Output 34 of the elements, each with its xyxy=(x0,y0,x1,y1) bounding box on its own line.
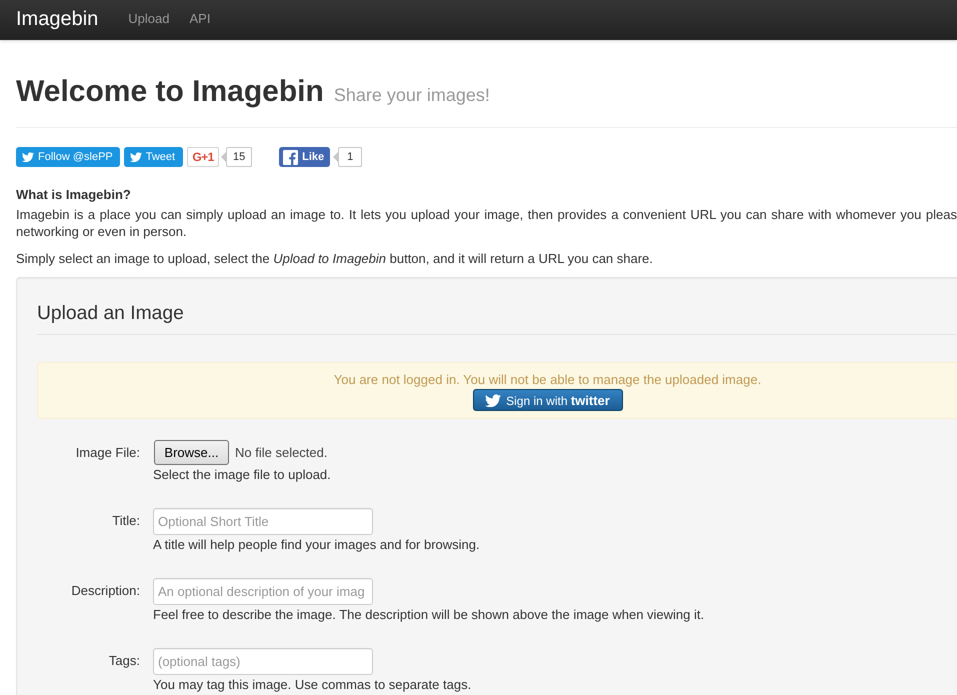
section-heading: What is Imagebin? xyxy=(16,186,132,204)
count-bubble: 1 xyxy=(333,147,362,167)
alert-message: You are not logged in. You will not be able to manage the uploaded image. xyxy=(332,371,762,389)
twitter-sign-in-button[interactable]: Sign in with twitter xyxy=(472,389,622,411)
help-text: Select the image file to upload. xyxy=(153,466,331,484)
nav-link[interactable]: Upload xyxy=(118,9,180,29)
brand-link[interactable]: Imagebin xyxy=(16,7,98,31)
follow-button[interactable]: Follow @slePP xyxy=(16,147,120,167)
panel-title: Upload an Image xyxy=(37,294,957,335)
tweet-button[interactable]: Tweet xyxy=(124,147,184,167)
f-logo-icon xyxy=(283,150,298,164)
plus-one-button[interactable]: G+1 xyxy=(187,147,220,167)
help-text: You may tag this image. Use commas to separate tags. xyxy=(153,676,472,694)
bird-icon xyxy=(485,394,502,406)
page-title: Welcome to Imagebin xyxy=(16,75,324,108)
field-label: Description: xyxy=(71,582,140,600)
page-subtitle: Share your images! xyxy=(334,85,490,105)
file-status: No file selected. xyxy=(235,444,328,462)
text-input-field[interactable]: An optional description of your imag xyxy=(153,578,373,605)
field-label: Tags: xyxy=(108,652,140,670)
about-paragraph: Imagebin is a place you can simply upload an image to. It lets you upload your image, then provides a convenient URL you can share with whomever you pleas networking or even in person. xyxy=(16,206,957,240)
bird-icon xyxy=(22,152,34,162)
help-text: Feel free to describe the image. The description will be shown above the image when viewing it. xyxy=(153,606,704,624)
bird-icon xyxy=(130,152,142,162)
text-input-field[interactable]: Optional Short Title xyxy=(153,508,373,535)
like-button[interactable]: Like xyxy=(279,147,330,167)
nav-link[interactable]: API xyxy=(179,9,220,29)
instructions-paragraph: Simply select an image to upload, select the Upload to Imagebin button, and it will return a URL you can share. xyxy=(16,250,654,267)
field-label: Title: xyxy=(112,512,140,530)
field-label: Image File: xyxy=(76,444,140,462)
count-bubble: 15 xyxy=(221,147,252,167)
help-text: A title will help people find your images and for browsing. xyxy=(153,536,480,554)
browse-button[interactable]: Browse... xyxy=(154,440,229,465)
text-input-field[interactable]: (optional tags) xyxy=(153,648,373,675)
